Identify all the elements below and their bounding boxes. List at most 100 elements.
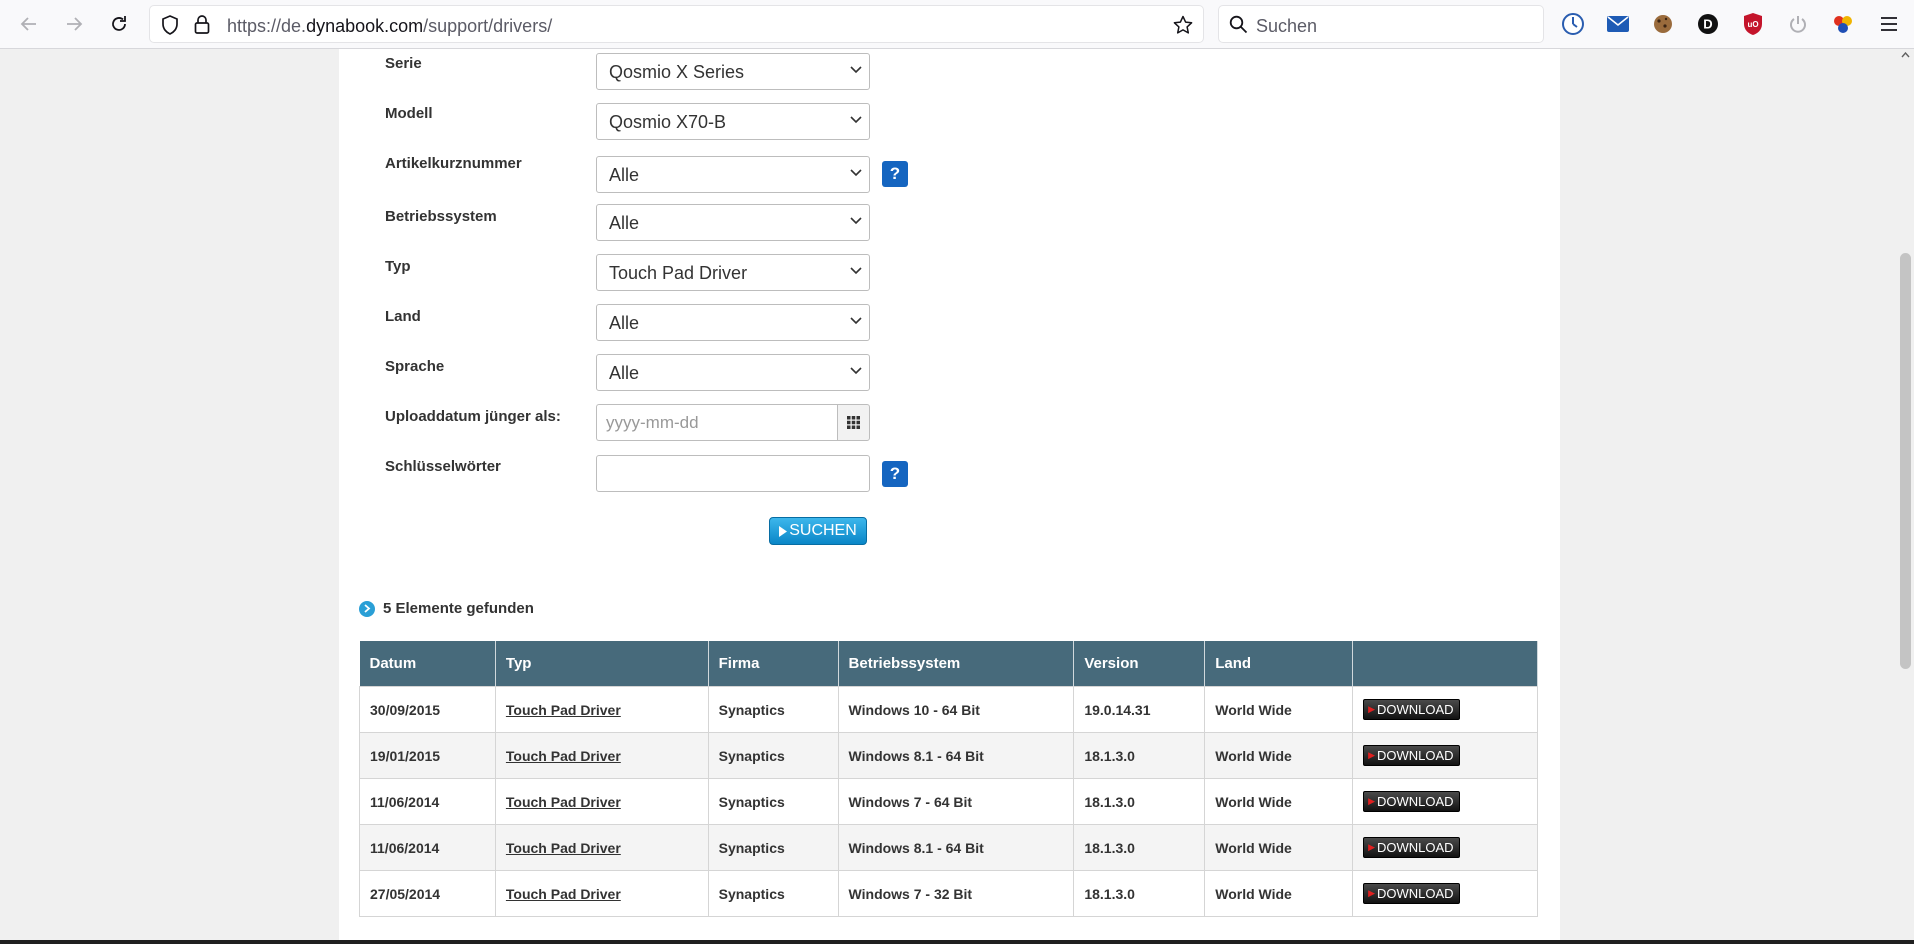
scrollbar-thumb[interactable]: [1900, 253, 1911, 669]
land-cell: World Wide: [1204, 686, 1354, 733]
datum-cell: 30/09/2015: [359, 686, 496, 733]
artikel-row: Artikelkurznummer Alle ?: [339, 153, 1560, 193]
firma-cell: Synaptics: [707, 732, 839, 779]
clock-extension-icon[interactable]: [1560, 11, 1586, 37]
cookie-extension-icon[interactable]: [1650, 11, 1676, 37]
url-path: /support/drivers/: [423, 16, 553, 36]
os-select[interactable]: Alle: [596, 204, 870, 241]
upload-date-input[interactable]: yyyy-mm-dd: [596, 404, 837, 441]
serie-select[interactable]: Qosmio X Series: [596, 53, 870, 90]
tracking-shield-icon[interactable]: [161, 15, 179, 35]
download-button[interactable]: ▶ DOWNLOAD: [1363, 699, 1460, 720]
scroll-up-arrow-icon[interactable]: [1901, 52, 1910, 58]
download-button[interactable]: ▶ DOWNLOAD: [1363, 745, 1460, 766]
search-bar[interactable]: Suchen: [1218, 5, 1544, 43]
os-cell: Windows 8.1 - 64 Bit: [837, 732, 1075, 779]
serie-label: Serie: [385, 55, 422, 72]
modell-select-value: Qosmio X70-B: [609, 112, 727, 132]
sprache-row: Sprache Alle: [339, 354, 1560, 394]
download-button[interactable]: ▶ DOWNLOAD: [1363, 837, 1460, 858]
artikel-label: Artikelkurznummer: [385, 155, 522, 172]
modell-label: Modell: [385, 105, 433, 122]
chevron-down-icon: [850, 169, 862, 177]
version-cell: 18.1.3.0: [1073, 870, 1206, 917]
play-arrow-icon: ▶: [1368, 842, 1375, 852]
land-select[interactable]: Alle: [596, 304, 870, 341]
driver-link[interactable]: Touch Pad Driver: [506, 702, 621, 718]
land-cell: World Wide: [1204, 870, 1354, 917]
keywords-input[interactable]: [596, 455, 870, 492]
mail-extension-icon[interactable]: [1605, 11, 1631, 37]
bookmark-star-icon[interactable]: [1173, 15, 1193, 35]
d-extension-icon[interactable]: D: [1695, 11, 1721, 37]
results-heading: 5 Elemente gefunden: [359, 600, 534, 617]
download-label: DOWNLOAD: [1376, 886, 1454, 901]
calendar-button[interactable]: [837, 404, 870, 441]
menu-icon[interactable]: [1876, 11, 1902, 37]
search-icon: [1229, 15, 1248, 34]
chevron-down-icon: [850, 317, 862, 325]
driver-link[interactable]: Touch Pad Driver: [506, 886, 621, 902]
column-header: Betriebssystem: [838, 641, 1075, 687]
datum-cell: 11/06/2014: [359, 824, 496, 871]
download-cell: ▶ DOWNLOAD: [1352, 686, 1538, 733]
driver-link[interactable]: Touch Pad Driver: [506, 748, 621, 764]
suchen-button[interactable]: SUCHEN: [769, 517, 867, 545]
typ-cell: Touch Pad Driver: [494, 686, 709, 733]
column-header: [1352, 641, 1538, 687]
version-cell: 18.1.3.0: [1073, 732, 1206, 779]
chevron-down-icon: [850, 267, 862, 275]
results-count-text: 5 Elemente gefunden: [383, 600, 534, 617]
artikel-help-button[interactable]: ?: [882, 161, 908, 187]
version-cell: 19.0.14.31: [1073, 686, 1206, 733]
download-label: DOWNLOAD: [1376, 840, 1454, 855]
typ-label: Typ: [385, 258, 411, 275]
os-cell: Windows 10 - 64 Bit: [837, 686, 1075, 733]
os-label: Betriebssystem: [385, 208, 497, 225]
download-cell: ▶ DOWNLOAD: [1352, 732, 1538, 779]
colors-extension-icon[interactable]: [1830, 11, 1856, 37]
artikel-select-value: Alle: [609, 165, 640, 185]
firma-cell: Synaptics: [707, 824, 839, 871]
download-button[interactable]: ▶ DOWNLOAD: [1363, 883, 1460, 904]
land-select-value: Alle: [609, 313, 640, 333]
url-text[interactable]: https://de.dynabook.com/support/drivers/: [227, 16, 552, 37]
firma-cell: Synaptics: [707, 686, 839, 733]
artikel-select[interactable]: Alle: [596, 156, 870, 193]
datum-cell: 27/05/2014: [359, 870, 496, 917]
table-row: 27/05/2014 Touch Pad Driver Synaptics Wi…: [359, 870, 1538, 917]
back-arrow-icon: [20, 17, 36, 31]
land-cell: World Wide: [1204, 732, 1354, 779]
upload-row: Uploaddatum jünger als: yyyy-mm-dd: [339, 404, 1560, 444]
driver-link[interactable]: Touch Pad Driver: [506, 840, 621, 856]
url-bar[interactable]: https://de.dynabook.com/support/drivers/: [149, 5, 1204, 43]
table-row: 19/01/2015 Touch Pad Driver Synaptics Wi…: [359, 732, 1538, 779]
version-cell: 18.1.3.0: [1073, 778, 1206, 825]
driver-link[interactable]: Touch Pad Driver: [506, 794, 621, 810]
download-label: DOWNLOAD: [1376, 702, 1454, 717]
typ-select[interactable]: Touch Pad Driver: [596, 254, 870, 291]
forward-button[interactable]: [56, 6, 92, 42]
download-label: DOWNLOAD: [1376, 748, 1454, 763]
play-arrow-icon: ▶: [1368, 796, 1375, 806]
typ-row: Typ Touch Pad Driver: [339, 254, 1560, 294]
keywords-help-button[interactable]: ?: [882, 461, 908, 487]
lock-icon[interactable]: [194, 15, 210, 34]
typ-cell: Touch Pad Driver: [494, 778, 709, 825]
ublock-extension-icon[interactable]: uO: [1740, 11, 1766, 37]
svg-text:D: D: [1703, 17, 1712, 32]
back-button[interactable]: [11, 6, 47, 42]
reload-icon: [112, 16, 126, 31]
table-row: 30/09/2015 Touch Pad Driver Synaptics Wi…: [359, 686, 1538, 733]
play-arrow-icon: ▶: [1368, 704, 1375, 714]
download-button[interactable]: ▶ DOWNLOAD: [1363, 791, 1460, 812]
reload-button[interactable]: [101, 6, 137, 42]
taskbar-edge: [0, 940, 1914, 944]
page-content: Serie Qosmio X Series Modell Qosmio X70-…: [339, 49, 1560, 944]
sprache-select[interactable]: Alle: [596, 354, 870, 391]
power-extension-icon[interactable]: [1785, 11, 1811, 37]
browser-toolbar: https://de.dynabook.com/support/drivers/…: [0, 0, 1914, 49]
datum-cell: 11/06/2014: [359, 778, 496, 825]
modell-select[interactable]: Qosmio X70-B: [596, 103, 870, 140]
keywords-row: Schlüsselwörter ?: [339, 454, 1560, 494]
